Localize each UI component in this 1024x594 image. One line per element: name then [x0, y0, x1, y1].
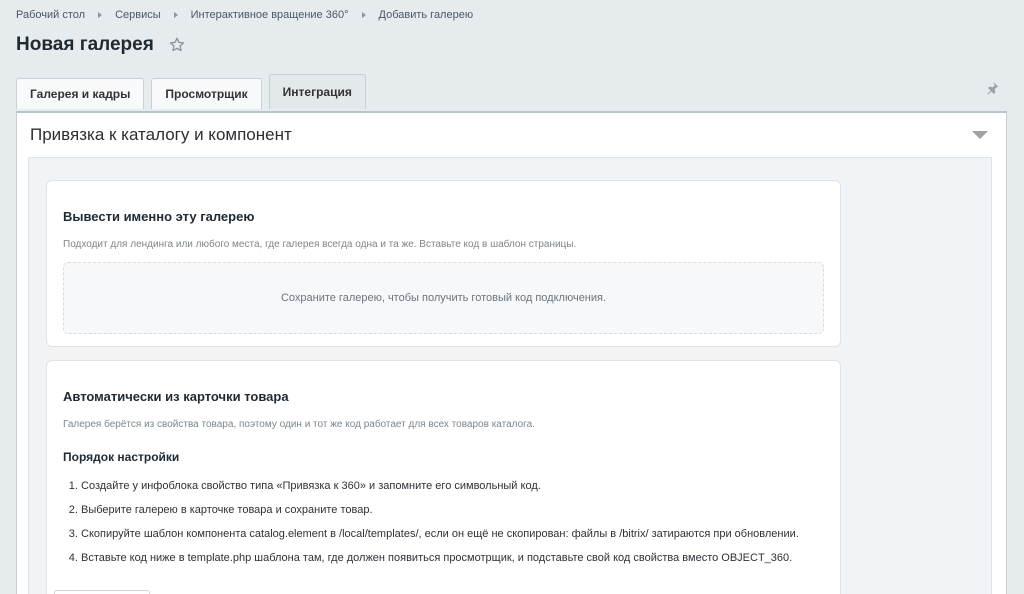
page-title: Новая галерея — [16, 34, 186, 56]
section-body: Вывести именно эту галерею Подходит для … — [28, 157, 992, 594]
list-item: Скопируйте шаблон компонента catalog.ele… — [81, 525, 824, 544]
breadcrumb: Рабочий стол Сервисы Интерактивное враще… — [16, 9, 473, 21]
breadcrumb-separator-icon — [98, 12, 103, 18]
tab-integration[interactable]: Интеграция — [268, 74, 366, 109]
list-item: Вставьте код ниже в template.php шаблона… — [81, 549, 824, 568]
section-header[interactable]: Привязка к каталогу и компонент — [17, 113, 1006, 157]
list-item: Создайте у инфоблока свойство типа «Прив… — [81, 477, 824, 496]
breadcrumb-item-add-gallery[interactable]: Добавить галерею — [379, 9, 474, 21]
pin-icon[interactable] — [984, 80, 1000, 96]
page-title-text: Новая галерея — [16, 34, 154, 55]
card-description: Подходит для лендинга или любого места, … — [63, 239, 577, 250]
section-title: Привязка к каталогу и компонент — [30, 125, 292, 144]
card-title: Автоматически из карточки товара — [63, 389, 289, 404]
breadcrumb-item-services[interactable]: Сервисы — [115, 9, 161, 21]
auto-gallery-card: Автоматически из карточки товара Галерея… — [46, 360, 841, 594]
breadcrumb-item-360[interactable]: Интерактивное вращение 360° — [191, 9, 349, 21]
code-placeholder: Сохраните галерею, чтобы получить готовы… — [63, 262, 824, 334]
breadcrumb-separator-icon — [173, 12, 178, 18]
code-placeholder-text: Сохраните галерею, чтобы получить готовы… — [280, 292, 607, 304]
chevron-down-icon[interactable] — [972, 131, 988, 139]
code-tab-stub[interactable] — [54, 590, 150, 594]
fixed-gallery-card: Вывести именно эту галерею Подходит для … — [46, 180, 841, 347]
breadcrumb-item-desktop[interactable]: Рабочий стол — [16, 9, 85, 21]
star-icon[interactable] — [168, 36, 186, 54]
card-title: Вывести именно эту галерею — [63, 209, 255, 224]
breadcrumb-separator-icon — [361, 12, 366, 18]
steps-list: Создайте у инфоблока свойство типа «Прив… — [63, 477, 824, 568]
tab-viewer[interactable]: Просмотрщик — [151, 78, 262, 109]
tab-gallery-frames[interactable]: Галерея и кадры — [16, 78, 145, 109]
list-item: Выберите галерею в карточке товара и сох… — [81, 501, 824, 520]
integration-section: Привязка к каталогу и компонент Вывести … — [16, 111, 1007, 594]
steps-title: Порядок настройки — [63, 450, 180, 464]
tab-bar: Галерея и кадры Просмотрщик Интеграция — [16, 74, 373, 109]
card-description: Галерея берётся из свойства товара, поэт… — [63, 419, 535, 430]
